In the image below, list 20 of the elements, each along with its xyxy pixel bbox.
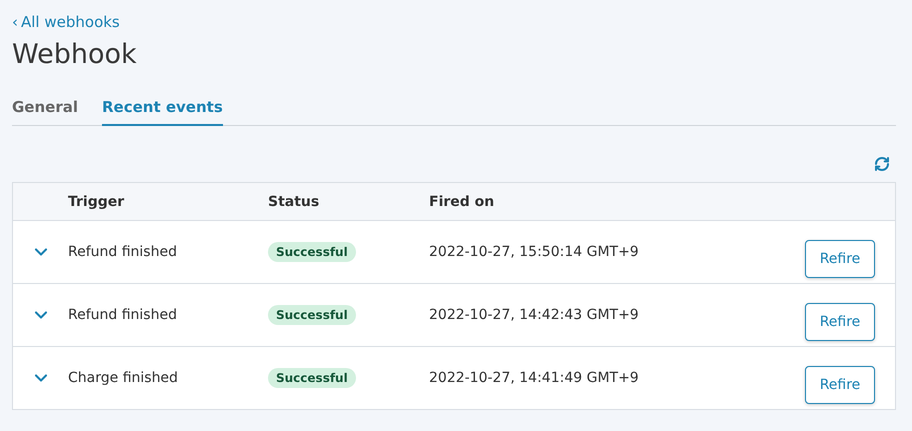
table-cell-text: 2022-10-27, 15:50:14 GMT+9 <box>429 244 640 260</box>
table-cell-text: Refund finished <box>68 307 178 323</box>
table-cell-text: 2022-10-27, 14:41:49 GMT+9 <box>429 370 640 386</box>
status-badge: Successful <box>268 368 356 388</box>
tab[interactable]: General <box>12 98 78 126</box>
column-header: Trigger <box>68 194 126 210</box>
column-header: Fired on <box>429 194 496 210</box>
table-cell-text: Refund finished <box>68 244 178 260</box>
tab[interactable]: Recent events <box>102 98 223 126</box>
back-link[interactable]: ‹ All webhooks <box>12 13 120 31</box>
status-badge: Successful <box>268 242 356 262</box>
refire-button[interactable]: Refire <box>805 366 875 404</box>
refire-button[interactable]: Refire <box>805 240 875 278</box>
column-header: Status <box>268 194 320 210</box>
table-cell-text: 2022-10-27, 14:42:43 GMT+9 <box>429 307 640 323</box>
status-badge: Successful <box>268 305 356 325</box>
page-title: Webhook <box>12 39 138 70</box>
refire-button[interactable]: Refire <box>805 303 875 341</box>
table-cell-text: Charge finished <box>68 370 179 386</box>
refresh-icon[interactable] <box>874 156 890 172</box>
